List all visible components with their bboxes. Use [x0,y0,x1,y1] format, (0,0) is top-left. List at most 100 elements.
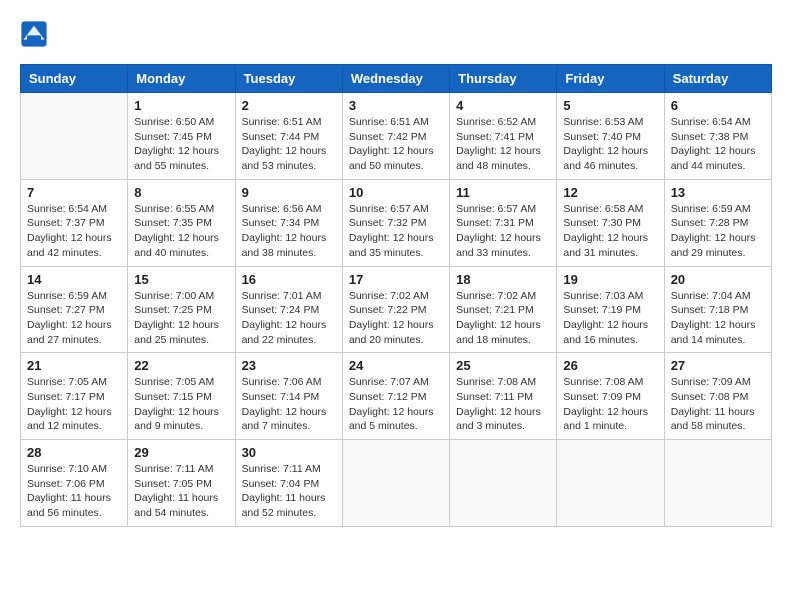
day-number: 13 [671,185,765,200]
day-number: 20 [671,272,765,287]
calendar: SundayMondayTuesdayWednesdayThursdayFrid… [20,64,772,527]
weekday-header-monday: Monday [128,65,235,93]
day-number: 16 [242,272,336,287]
day-number: 6 [671,98,765,113]
day-info: Sunrise: 6:57 AMSunset: 7:31 PMDaylight:… [456,202,550,261]
day-number: 15 [134,272,228,287]
calendar-cell: 19 Sunrise: 7:03 AMSunset: 7:19 PMDayligh… [557,266,664,353]
weekday-header-wednesday: Wednesday [342,65,449,93]
calendar-cell: 26 Sunrise: 7:08 AMSunset: 7:09 PMDayligh… [557,353,664,440]
calendar-cell: 23Sunrise: 7:06 AMSunset: 7:14 PMDayligh… [235,353,342,440]
calendar-cell: 29 Sunrise: 7:11 AMSunset: 7:05 PMDayligh… [128,440,235,527]
calendar-cell: 28 Sunrise: 7:10 AMSunset: 7:06 PMDayligh… [21,440,128,527]
calendar-week-row: 1Sunrise: 6:50 AMSunset: 7:45 PMDaylight… [21,93,772,180]
day-info: Sunrise: 7:08 AMSunset: 7:11 PMDaylight:… [456,375,550,434]
calendar-cell [450,440,557,527]
calendar-cell: 2 Sunrise: 6:51 AMSunset: 7:44 PMDaylight… [235,93,342,180]
day-number: 7 [27,185,121,200]
day-info: Sunrise: 7:03 AMSunset: 7:19 PMDaylight:… [563,289,657,348]
day-info: Sunrise: 6:56 AMSunset: 7:34 PMDaylight:… [242,202,336,261]
calendar-cell: 14Sunrise: 6:59 AMSunset: 7:27 PMDayligh… [21,266,128,353]
calendar-cell: 25 Sunrise: 7:08 AMSunset: 7:11 PMDayligh… [450,353,557,440]
day-number: 2 [242,98,336,113]
calendar-cell: 1Sunrise: 6:50 AMSunset: 7:45 PMDaylight… [128,93,235,180]
day-info: Sunrise: 6:57 AMSunset: 7:32 PMDaylight:… [349,202,443,261]
day-info: Sunrise: 7:08 AMSunset: 7:09 PMDaylight:… [563,375,657,434]
day-number: 5 [563,98,657,113]
calendar-cell: 10 Sunrise: 6:57 AMSunset: 7:32 PMDayligh… [342,179,449,266]
calendar-cell [664,440,771,527]
day-info: Sunrise: 6:52 AMSunset: 7:41 PMDaylight:… [456,115,550,174]
day-info: Sunrise: 6:58 AMSunset: 7:30 PMDaylight:… [563,202,657,261]
day-info: Sunrise: 6:50 AMSunset: 7:45 PMDaylight:… [134,115,228,174]
calendar-cell: 8 Sunrise: 6:55 AMSunset: 7:35 PMDaylight… [128,179,235,266]
day-number: 28 [27,445,121,460]
day-number: 4 [456,98,550,113]
day-number: 21 [27,358,121,373]
day-number: 26 [563,358,657,373]
day-info: Sunrise: 7:01 AMSunset: 7:24 PMDaylight:… [242,289,336,348]
calendar-cell: 15 Sunrise: 7:00 AMSunset: 7:25 PMDayligh… [128,266,235,353]
day-number: 24 [349,358,443,373]
calendar-week-row: 14Sunrise: 6:59 AMSunset: 7:27 PMDayligh… [21,266,772,353]
calendar-cell: 3 Sunrise: 6:51 AMSunset: 7:42 PMDaylight… [342,93,449,180]
calendar-cell: 6 Sunrise: 6:54 AMSunset: 7:38 PMDaylight… [664,93,771,180]
day-number: 19 [563,272,657,287]
day-number: 22 [134,358,228,373]
day-number: 25 [456,358,550,373]
weekday-header-tuesday: Tuesday [235,65,342,93]
day-number: 10 [349,185,443,200]
day-number: 12 [563,185,657,200]
calendar-cell: 11 Sunrise: 6:57 AMSunset: 7:31 PMDayligh… [450,179,557,266]
day-number: 17 [349,272,443,287]
calendar-cell: 7 Sunrise: 6:54 AMSunset: 7:37 PMDaylight… [21,179,128,266]
calendar-header-row: SundayMondayTuesdayWednesdayThursdayFrid… [21,65,772,93]
day-info: Sunrise: 7:07 AMSunset: 7:12 PMDaylight:… [349,375,443,434]
day-number: 11 [456,185,550,200]
day-info: Sunrise: 7:02 AMSunset: 7:21 PMDaylight:… [456,289,550,348]
day-number: 14 [27,272,121,287]
weekday-header-thursday: Thursday [450,65,557,93]
day-info: Sunrise: 6:59 AMSunset: 7:28 PMDaylight:… [671,202,765,261]
weekday-header-sunday: Sunday [21,65,128,93]
day-info: Sunrise: 7:00 AMSunset: 7:25 PMDaylight:… [134,289,228,348]
day-number: 18 [456,272,550,287]
calendar-cell: 24 Sunrise: 7:07 AMSunset: 7:12 PMDayligh… [342,353,449,440]
page-header [20,20,772,48]
day-info: Sunrise: 7:11 AMSunset: 7:05 PMDaylight:… [134,462,228,521]
day-number: 29 [134,445,228,460]
calendar-cell: 20 Sunrise: 7:04 AMSunset: 7:18 PMDayligh… [664,266,771,353]
day-info: Sunrise: 7:10 AMSunset: 7:06 PMDaylight:… [27,462,121,521]
day-number: 27 [671,358,765,373]
weekday-header-saturday: Saturday [664,65,771,93]
calendar-cell: 13 Sunrise: 6:59 AMSunset: 7:28 PMDayligh… [664,179,771,266]
day-info: Sunrise: 6:51 AMSunset: 7:42 PMDaylight:… [349,115,443,174]
calendar-cell [342,440,449,527]
day-info: Sunrise: 6:54 AMSunset: 7:38 PMDaylight:… [671,115,765,174]
weekday-header-friday: Friday [557,65,664,93]
logo-icon [20,20,48,48]
calendar-cell [557,440,664,527]
calendar-week-row: 28 Sunrise: 7:10 AMSunset: 7:06 PMDayligh… [21,440,772,527]
calendar-cell [21,93,128,180]
day-info: Sunrise: 6:53 AMSunset: 7:40 PMDaylight:… [563,115,657,174]
day-info: Sunrise: 6:54 AMSunset: 7:37 PMDaylight:… [27,202,121,261]
day-info: Sunrise: 7:05 AMSunset: 7:15 PMDaylight:… [134,375,228,434]
calendar-cell: 27 Sunrise: 7:09 AMSunset: 7:08 PMDayligh… [664,353,771,440]
day-number: 3 [349,98,443,113]
day-info: Sunrise: 6:55 AMSunset: 7:35 PMDaylight:… [134,202,228,261]
calendar-cell: 21Sunrise: 7:05 AMSunset: 7:17 PMDayligh… [21,353,128,440]
day-number: 30 [242,445,336,460]
day-number: 9 [242,185,336,200]
day-number: 8 [134,185,228,200]
calendar-cell: 4 Sunrise: 6:52 AMSunset: 7:41 PMDaylight… [450,93,557,180]
day-info: Sunrise: 7:11 AMSunset: 7:04 PMDaylight:… [242,462,336,521]
calendar-cell: 22 Sunrise: 7:05 AMSunset: 7:15 PMDayligh… [128,353,235,440]
day-info: Sunrise: 7:04 AMSunset: 7:18 PMDaylight:… [671,289,765,348]
day-info: Sunrise: 7:09 AMSunset: 7:08 PMDaylight:… [671,375,765,434]
calendar-cell: 5 Sunrise: 6:53 AMSunset: 7:40 PMDaylight… [557,93,664,180]
calendar-week-row: 21Sunrise: 7:05 AMSunset: 7:17 PMDayligh… [21,353,772,440]
calendar-cell: 18 Sunrise: 7:02 AMSunset: 7:21 PMDayligh… [450,266,557,353]
day-info: Sunrise: 6:51 AMSunset: 7:44 PMDaylight:… [242,115,336,174]
calendar-cell: 30 Sunrise: 7:11 AMSunset: 7:04 PMDayligh… [235,440,342,527]
